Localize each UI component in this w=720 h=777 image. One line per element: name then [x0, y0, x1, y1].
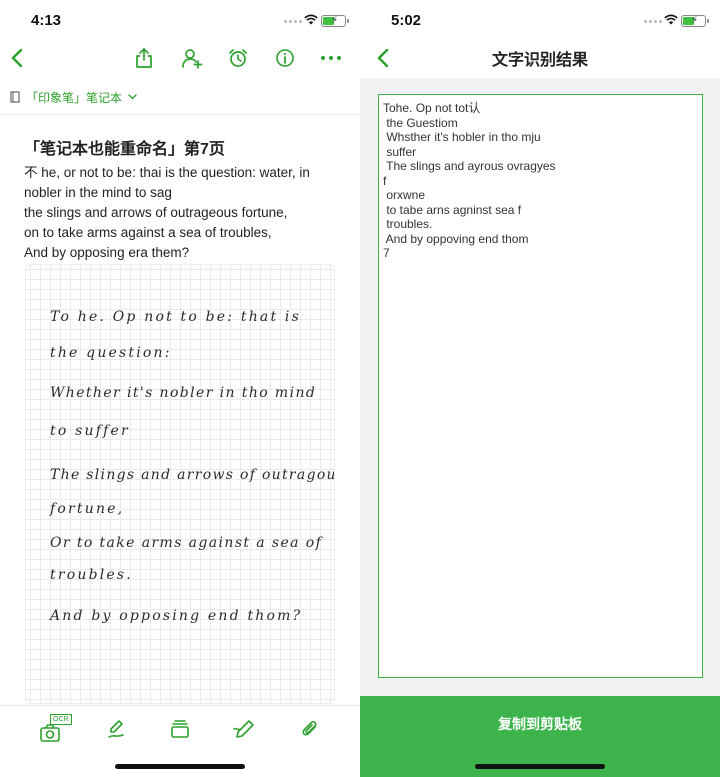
wifi-icon [664, 14, 678, 25]
handwriting-line: to suffer [50, 423, 130, 439]
handwriting-line: Whether it's nobler in tho mind [50, 385, 317, 401]
handwriting-line: Or to take arms against a sea of [50, 535, 323, 551]
note-body-line: the slings and arrows of outrageous fort… [24, 205, 288, 220]
handwriting-line: The slings and arrows of outragous [50, 467, 335, 483]
notebook-icon [10, 91, 20, 103]
note-body-line: 不 he, or not to be: thai is the question… [24, 165, 310, 180]
handwriting-line: troubles. [50, 567, 133, 583]
wifi-icon [304, 14, 318, 25]
more-icon[interactable] [318, 44, 344, 72]
add-user-icon[interactable] [180, 44, 204, 72]
note-title[interactable]: 「笔记本也能重命名」第7页 [24, 135, 225, 159]
note-screen: 4:13 ⚡ 「印象笔」笔记本 「笔记本也能重命名」第7页 不 he, or n… [0, 0, 360, 777]
handwriting-line: fortune, [50, 501, 125, 517]
divider [0, 114, 360, 115]
ocr-line: The slings and ayrous ovragyes [383, 159, 556, 173]
status-time: 5:02 [391, 12, 422, 29]
pen-icon[interactable] [232, 714, 256, 744]
handwriting-line: the question: [50, 345, 172, 361]
battery-icon: ⚡ [321, 15, 349, 27]
handwriting-line: To he. Op not to be: that is [50, 309, 301, 325]
battery-icon: ⚡ [681, 15, 709, 27]
ocr-line: troubles. [383, 217, 433, 231]
handwriting-line: And by opposing end thom? [50, 608, 303, 624]
ocr-line: Whsther it's hobler in tho mju [383, 130, 541, 144]
camera-ocr-icon[interactable]: OCR [28, 714, 72, 744]
ocr-line: orxwne [383, 188, 426, 202]
ocr-line: 7 [383, 246, 390, 260]
page-title: 文字识别结果 [491, 52, 588, 69]
ocr-line: And by oppoving end thom [383, 231, 529, 246]
attachment-icon[interactable] [298, 714, 322, 744]
ocr-line: Tohe. Op not tot认 [383, 101, 481, 115]
status-time: 4:13 [31, 12, 62, 29]
chevron-left-icon[interactable] [6, 44, 28, 72]
note-body[interactable]: 不 he, or not to be: thai is the question… [24, 163, 334, 263]
status-bar: 5:02 ⚡ [360, 0, 720, 40]
ocr-line: f [383, 173, 387, 188]
share-icon[interactable] [132, 44, 156, 72]
ocr-text-area[interactable]: Tohe. Op not tot认 the Guestiom Whsther i… [378, 94, 703, 678]
notebook-selector[interactable]: 「印象笔」笔记本 [10, 88, 137, 106]
ocr-line: suffer [383, 144, 417, 159]
status-bar: 4:13 ⚡ [0, 0, 360, 40]
home-indicator [115, 764, 245, 769]
note-navbar [0, 40, 360, 76]
info-icon[interactable] [273, 44, 297, 72]
note-body-line: And by opposing era them? [24, 245, 190, 260]
note-body-line: nobler in the mind to sag [24, 185, 172, 200]
handwriting-icon[interactable] [104, 714, 128, 744]
alarm-icon[interactable] [226, 44, 250, 72]
ocr-badge: OCR [50, 714, 72, 725]
ocr-line: to tabe arns agninst sea f [383, 202, 522, 217]
ocr-result-screen: 5:02 ⚡ 文字识别结果 Tohe. Op not tot认 the Gues… [360, 0, 720, 777]
handwriting-image[interactable]: To he. Op not to be: that is the questio… [25, 264, 335, 704]
notebook-name: 「印象笔」笔记本 [26, 90, 123, 105]
ocr-line: the Guestiom [383, 115, 458, 130]
chevron-down-icon [128, 94, 137, 100]
editor-toolbar: OCR [0, 705, 360, 751]
home-indicator [475, 764, 605, 769]
template-icon[interactable] [168, 714, 192, 744]
note-body-line: on to take arms against a sea of trouble… [24, 225, 272, 240]
